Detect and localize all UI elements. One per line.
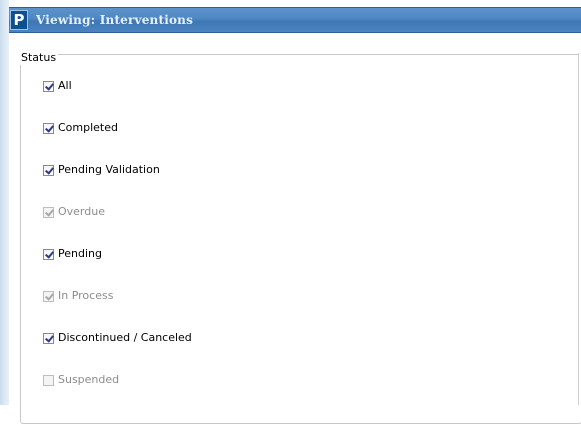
- checkbox-label: Pending Validation: [58, 163, 160, 176]
- checkbox-label: Pending: [58, 247, 102, 260]
- checkbox-label: Discontinued / Canceled: [58, 331, 192, 344]
- checkbox-box: [43, 374, 54, 386]
- checkbox-pending[interactable]: Pending: [43, 247, 102, 261]
- status-group-legend: Status: [19, 51, 59, 65]
- checkbox-label: In Process: [58, 289, 114, 302]
- checkbox-label: Suspended: [58, 373, 120, 386]
- status-group-box: [20, 54, 581, 424]
- checkbox-pending-validation[interactable]: Pending Validation: [43, 163, 160, 177]
- checkbox-box[interactable]: [43, 164, 54, 176]
- checkbox-suspended: Suspended: [43, 373, 119, 387]
- checkbox-box[interactable]: [43, 248, 54, 260]
- checkbox-label: Completed: [58, 121, 118, 134]
- window-title: Viewing: Interventions: [36, 13, 194, 27]
- title-bar[interactable]: P Viewing: Interventions: [9, 7, 581, 33]
- checkbox-label: All: [58, 79, 72, 92]
- checkbox-in-process: In Process: [43, 289, 113, 303]
- checkbox-box[interactable]: [43, 332, 54, 344]
- checkbox-box: [43, 206, 54, 218]
- viewing-interventions-window: P Viewing: Interventions Status All Comp…: [0, 0, 581, 424]
- checkbox-overdue: Overdue: [43, 205, 105, 219]
- checkbox-completed[interactable]: Completed: [43, 121, 118, 135]
- checkbox-box[interactable]: [43, 122, 54, 134]
- checkbox-box: [43, 290, 54, 302]
- checkbox-all[interactable]: All: [43, 79, 72, 93]
- app-logo-icon: P: [10, 10, 28, 30]
- checkbox-box[interactable]: [43, 80, 54, 92]
- checkbox-label: Overdue: [58, 205, 105, 218]
- checkbox-discontinued-canceled[interactable]: Discontinued / Canceled: [43, 331, 192, 345]
- background-strip: [0, 0, 9, 405]
- dialog-body: [9, 34, 581, 424]
